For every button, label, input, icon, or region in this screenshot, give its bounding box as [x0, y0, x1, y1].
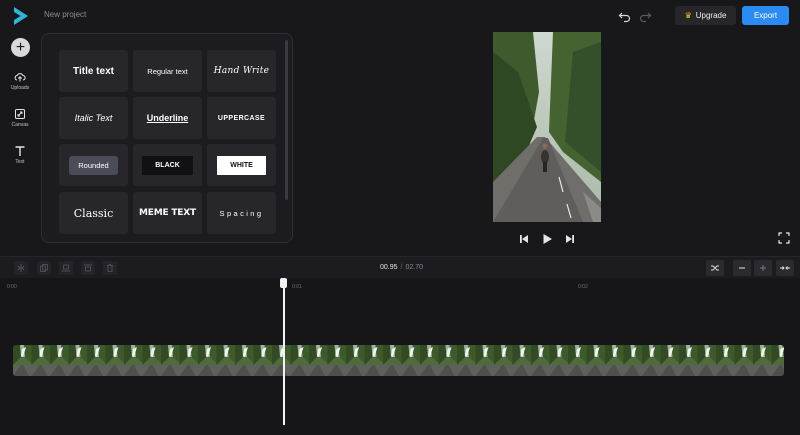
preset-spacing[interactable]: Spacing	[207, 192, 276, 234]
top-bar: New project ♛ Upgrade Export	[0, 0, 800, 32]
video-preview[interactable]	[493, 32, 601, 222]
align-bottom-icon	[62, 264, 70, 272]
current-time: 00.95	[380, 264, 398, 271]
split-icon	[17, 264, 25, 272]
tick-label: 0:02	[578, 284, 588, 290]
app-logo-icon[interactable]	[12, 6, 30, 26]
preset-hand-write[interactable]: Hand Write	[207, 50, 276, 92]
duplicate-button[interactable]	[37, 261, 51, 275]
preset-rounded[interactable]: Rounded	[59, 144, 128, 186]
preset-underline[interactable]: Underline	[133, 97, 202, 139]
upload-cloud-icon	[14, 73, 26, 82]
playhead-handle[interactable]	[280, 278, 287, 288]
sidebar-item-text[interactable]: Text	[0, 145, 40, 177]
playhead[interactable]	[283, 280, 285, 425]
skip-forward-icon[interactable]	[563, 232, 577, 246]
preset-label: Classic	[73, 206, 114, 220]
preset-label: Spacing	[219, 208, 264, 218]
sidebar-item-canvas[interactable]: Canvas	[0, 108, 40, 140]
export-button[interactable]: Export	[742, 6, 789, 25]
panel-scrollbar[interactable]	[285, 40, 288, 200]
preset-label: Hand Write	[213, 66, 270, 76]
canvas-resize-icon	[15, 109, 25, 119]
tick-label: 0:01	[292, 284, 302, 290]
total-time: 02.70	[405, 264, 424, 271]
timeline-toolbar: 00.95/02.70	[0, 256, 800, 278]
preset-italic-text[interactable]: Italic Text	[59, 97, 128, 139]
timecode-separator: /	[400, 264, 403, 271]
preset-white[interactable]: WHITE	[207, 144, 276, 186]
delete-button[interactable]	[103, 261, 117, 275]
preset-regular-text[interactable]: Regular text	[133, 50, 202, 92]
sidebar-item-label: Text	[15, 159, 25, 165]
fullscreen-icon[interactable]	[778, 232, 790, 244]
text-t-icon	[15, 146, 25, 156]
video-track-clip[interactable]	[13, 345, 784, 376]
upgrade-label: Upgrade	[695, 11, 727, 20]
plus-icon	[760, 265, 766, 271]
preset-label: BLACK	[142, 155, 193, 175]
timecode: 00.95/02.70	[380, 264, 423, 271]
left-sidebar: + Uploads Canvas Text	[0, 32, 40, 256]
preset-title-text[interactable]: Title text	[59, 50, 128, 92]
fit-timeline-button[interactable]	[706, 260, 724, 276]
preset-label: Regular text	[147, 66, 188, 76]
preset-black[interactable]: BLACK	[133, 144, 202, 186]
sidebar-item-label: Uploads	[10, 85, 30, 91]
trash-icon	[107, 264, 113, 272]
preset-label: Rounded	[69, 155, 118, 175]
collapse-arrows-icon	[780, 266, 790, 270]
duplicate-icon	[40, 264, 48, 272]
collapse-button[interactable]	[776, 260, 794, 276]
preset-label: WHITE	[217, 155, 266, 175]
preset-label: UPPERCASE	[217, 114, 266, 122]
skip-back-icon[interactable]	[517, 232, 531, 246]
preset-classic[interactable]: Classic	[59, 192, 128, 234]
sidebar-item-uploads[interactable]: Uploads	[0, 71, 40, 103]
minus-icon	[739, 267, 745, 269]
preview-area	[300, 32, 800, 256]
zoom-out-button[interactable]	[733, 260, 751, 276]
add-media-button[interactable]: +	[11, 38, 30, 57]
sidebar-item-label: Canvas	[11, 122, 29, 128]
play-icon[interactable]	[540, 232, 554, 246]
redo-icon[interactable]	[638, 9, 652, 23]
shuffle-icon	[711, 265, 719, 271]
split-button[interactable]	[14, 261, 28, 275]
preset-uppercase[interactable]: UPPERCASE	[207, 97, 276, 139]
preset-label: Underline	[146, 113, 189, 123]
align-top-button[interactable]	[81, 261, 95, 275]
preset-label: MEME TEXT	[139, 208, 196, 218]
align-top-icon	[84, 264, 92, 272]
preset-label: Title text	[73, 65, 114, 77]
timeline[interactable]: 0:00 0:01 0:02	[0, 278, 800, 435]
preset-label: Italic Text	[74, 113, 113, 123]
upgrade-button[interactable]: ♛ Upgrade	[675, 6, 736, 25]
project-title[interactable]: New project	[44, 10, 86, 19]
align-bottom-button[interactable]	[59, 261, 73, 275]
undo-icon[interactable]	[618, 9, 632, 23]
clip-thumbnails	[13, 345, 784, 376]
zoom-in-button[interactable]	[754, 260, 772, 276]
tick-label: 0:00	[7, 284, 17, 290]
preset-meme-text[interactable]: MEME TEXT	[133, 192, 202, 234]
crown-icon: ♛	[684, 11, 692, 20]
text-presets-panel: Title text Regular text Hand Write Itali…	[41, 33, 293, 243]
